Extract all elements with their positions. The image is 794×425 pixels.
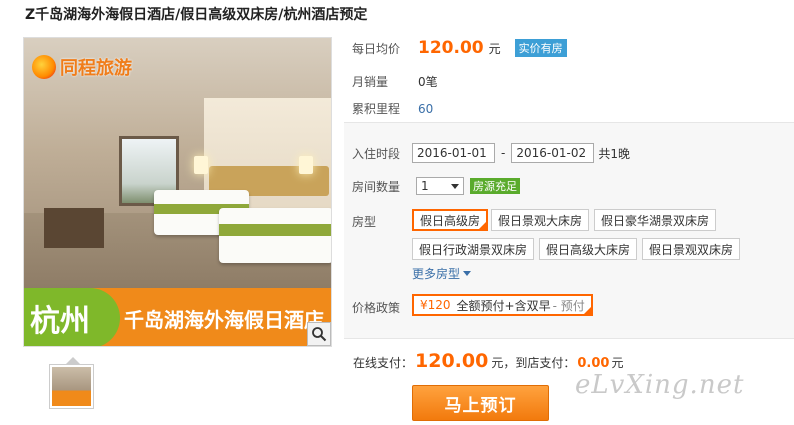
online-pay-amount: 120.00	[415, 350, 489, 372]
checkin-label: 入住时段	[352, 146, 401, 161]
chevron-down-icon	[451, 183, 459, 189]
date-separator: -	[501, 146, 506, 160]
photo-thumbnail[interactable]	[49, 364, 94, 409]
avg-price-label: 每日均价	[352, 41, 401, 56]
magnifier-icon	[312, 327, 327, 342]
room-quantity-select[interactable]: 1	[416, 177, 464, 195]
chevron-down-icon	[463, 271, 472, 276]
room-type-label: 房型	[352, 215, 377, 229]
online-pay-label: 在线支付：	[353, 356, 414, 370]
monthly-sales-label: 月销量	[352, 75, 389, 89]
nights-count: 共1晚	[598, 146, 630, 161]
room-desk	[44, 208, 104, 248]
zoom-button[interactable]	[307, 322, 331, 346]
realtime-badge: 实价有房	[514, 39, 567, 57]
selected-check-icon	[478, 221, 488, 230]
rooms-label: 房间数量	[352, 179, 401, 194]
checkout-date-input[interactable]	[511, 143, 595, 163]
hotel-main-photo[interactable]: 同程旅游 杭州 千岛湖海外海假日酒店	[23, 37, 332, 347]
banner-city: 杭州	[30, 304, 90, 339]
mileage-value: 60	[418, 101, 434, 116]
price-summary: 每日均价 120.00 元 实价有房 月销量 0笔 累积里程 60	[344, 30, 794, 122]
hotel-pay-unit: 元	[611, 356, 624, 370]
site-watermark: eLvXing.net	[575, 370, 745, 400]
checkin-date-input[interactable]	[412, 143, 495, 163]
room-type-option[interactable]: 假日高级大床房	[539, 238, 638, 260]
page-title: Z千岛湖海外海假日酒店/假日高级双床房/杭州酒店预定	[25, 7, 368, 23]
avg-price-value: 120.00	[418, 38, 484, 58]
book-now-button[interactable]: 马上预订	[412, 385, 549, 421]
policy-label: 价格政策	[352, 301, 401, 315]
monthly-sales-value: 0笔	[418, 75, 438, 89]
banner-hotel-name: 千岛湖海外海假日酒店	[124, 308, 324, 332]
payment-summary: 在线支付： 120.00 元 ，到店支付： 0.00 元	[353, 350, 623, 372]
thumbnail-pointer	[66, 357, 80, 364]
room-type-option[interactable]: 假日景观双床房	[642, 238, 741, 260]
room-type-option[interactable]: 假日高级房	[412, 209, 489, 231]
avg-price-unit: 元	[488, 41, 501, 56]
room-type-option[interactable]: 假日行政湖景双床房	[412, 238, 535, 260]
room-type-option[interactable]: 假日景观大床房	[491, 209, 590, 231]
policy-text: 全额预付+含双早	[456, 298, 551, 313]
room-type-option[interactable]: 假日豪华湖景双床房	[594, 209, 717, 231]
room-quantity-value: 1	[421, 179, 429, 193]
policy-tag: - 预付	[552, 298, 585, 313]
hotel-pay-amount: 0.00	[577, 356, 610, 371]
tongcheng-logo: 同程旅游	[32, 54, 132, 80]
policy-price: ¥120	[420, 298, 451, 312]
logo-text: 同程旅游	[60, 58, 132, 79]
online-pay-unit: 元	[491, 356, 504, 370]
photo-banner: 杭州 千岛湖海外海假日酒店	[24, 288, 331, 346]
bed	[219, 208, 331, 263]
stock-badge: 房源充足	[470, 178, 520, 194]
booking-panel: 入住时段 - 共1晚 房间数量 1 房源充足 房型 假日高级房 假日景观大床房 …	[344, 122, 794, 339]
selected-check-icon	[582, 306, 592, 315]
price-policy-option[interactable]: ¥120 全额预付+含双早 - 预付	[412, 294, 593, 316]
hotel-pay-label: ，到店支付：	[503, 356, 576, 370]
mileage-label: 累积里程	[352, 102, 401, 116]
tongcheng-logo-icon	[32, 55, 56, 79]
more-room-types-link[interactable]: 更多房型	[412, 265, 472, 282]
